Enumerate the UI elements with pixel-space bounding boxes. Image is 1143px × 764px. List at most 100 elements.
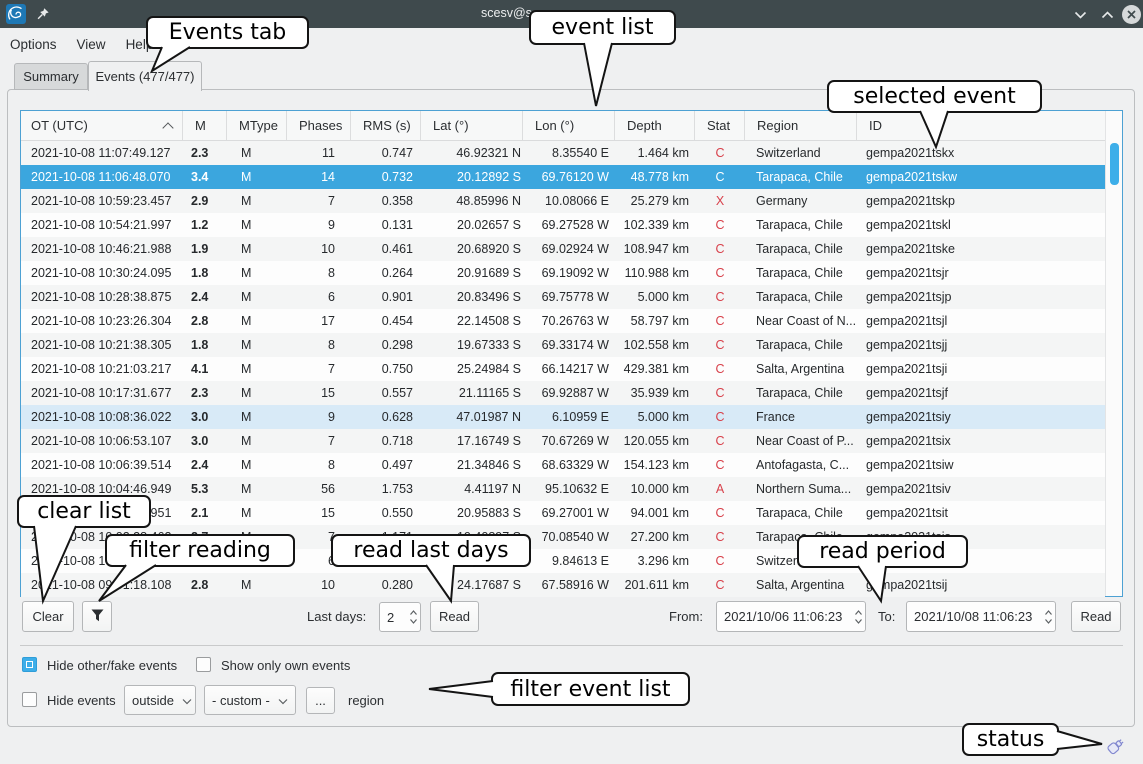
column-header-lat[interactable]: Lat (°) [421,111,523,140]
spinner-arrows-icon[interactable] [407,608,420,626]
event-row[interactable]: 2021-10-08 10:30:24.0951.8M80.26420.9168… [21,261,1105,285]
cell-region: Tarapaca, Chile [745,213,857,237]
cell-lon: 67.58916 W [523,573,615,597]
table-body: 2021-10-08 11:07:49.1272.3M110.74746.923… [21,141,1105,597]
column-header-lon[interactable]: Lon (°) [523,111,615,140]
cell-region: Tarapaca, Chile [745,501,857,525]
cell-stat: C [695,309,745,333]
show-only-own-checkbox[interactable] [196,657,211,672]
tab-summary[interactable]: Summary [14,63,88,90]
inside-outside-select[interactable]: outside [124,685,196,715]
event-row[interactable]: 2021-10-08 10:06:39.5142.4M80.49721.3484… [21,453,1105,477]
cell-m: 3.0 [183,429,227,453]
menu-item-options[interactable]: Options [10,37,57,52]
column-header-id[interactable]: ID [857,111,1105,140]
tab-events[interactable]: Events (477/477) [88,61,202,91]
cell-stat: C [695,237,745,261]
menu-item-view[interactable]: View [77,37,106,52]
event-row[interactable]: 2021-10-08 10:21:38.3051.8M80.29819.6733… [21,333,1105,357]
event-row[interactable]: 2021-10-08 10:03:43.9512.1M150.55020.958… [21,501,1105,525]
event-row[interactable]: 2021-10-08 10:04:46.9495.3M561.7534.4119… [21,477,1105,501]
scrollbar-handle[interactable] [1110,143,1119,185]
cell-lon: 70.67269 W [523,429,615,453]
event-row[interactable]: 2021-10-08 10:59:23.4572.9M70.35848.8599… [21,189,1105,213]
from-datetime-field[interactable]: 2021/10/06 11:06:23 [716,601,866,632]
cell-rms: 0.718 [351,429,421,453]
cell-ot: 2021-10-08 10:17:31.677 [21,381,183,405]
event-row[interactable]: 2021-10-08 10:21:03.2174.1M70.75025.2498… [21,357,1105,381]
cell-lat: 25.24984 S [421,357,523,381]
cell-phases: 9 [287,405,351,429]
cell-stat: C [695,381,745,405]
minimize-button[interactable] [1071,5,1090,24]
to-datetime-field[interactable]: 2021/10/08 11:06:23 [906,601,1056,632]
cell-id: gempa2021tsjl [857,309,1105,333]
cell-m: 3.0 [183,405,227,429]
cell-rms: 0.497 [351,453,421,477]
read-period-button[interactable]: Read [1071,601,1121,632]
hide-other-fake-checkbox[interactable] [22,657,37,672]
column-header-depth[interactable]: Depth [615,111,695,140]
cell-lat: 19.67333 S [421,333,523,357]
column-header-m[interactable]: M [183,111,227,140]
event-row[interactable]: 2021-10-08 11:07:49.1272.3M110.74746.923… [21,141,1105,165]
region-preset-select[interactable]: - custom - [204,685,296,715]
hide-events-checkbox[interactable] [22,692,37,707]
column-header-mtype[interactable]: MType [227,111,287,140]
cell-stat: C [695,357,745,381]
cell-ot: 2021-10-08 10:28:38.875 [21,285,183,309]
spinner-arrows-icon[interactable] [852,608,865,626]
region-more-button[interactable]: ... [306,687,335,714]
from-datetime-value: 2021/10/06 11:06:23 [717,609,852,624]
cell-mtype: M [227,309,287,333]
column-header-rms-s[interactable]: RMS (s) [351,111,421,140]
cell-depth: 58.797 km [615,309,695,333]
chevron-down-icon [182,693,192,708]
close-button[interactable] [1122,5,1141,24]
cell-lat: 24.17687 S [421,573,523,597]
event-row[interactable]: 2021-10-08 10:06:53.1073.0M70.71817.1674… [21,429,1105,453]
cell-mtype: M [227,261,287,285]
column-header-phases[interactable]: Phases [287,111,351,140]
cell-depth: 3.296 km [615,549,695,573]
hide-events-label: Hide events [47,693,116,708]
clear-button[interactable]: Clear [22,601,74,632]
chevron-down-icon [278,693,288,708]
cell-ot: 2021-10-08 10:06:39.514 [21,453,183,477]
read-last-days-button[interactable]: Read [430,601,479,632]
cell-ot: 2021-10-08 10:21:38.305 [21,333,183,357]
column-header-region[interactable]: Region [745,111,857,140]
column-header-ot-utc[interactable]: OT (UTC) [21,111,183,140]
event-row[interactable]: 2021-10-08 10:46:21.9881.9M100.46120.689… [21,237,1105,261]
event-row[interactable]: 2021-10-08 09:51:18.1082.8M100.28024.176… [21,573,1105,597]
filter-reading-button[interactable] [82,601,112,632]
vertical-scrollbar[interactable] [1105,111,1122,596]
cell-lon: 69.02924 W [523,237,615,261]
last-days-spinbox[interactable]: 2 [379,602,421,632]
cell-id: gempa2021tske [857,237,1105,261]
cell-id: gempa2021tsjj [857,333,1105,357]
maximize-button[interactable] [1098,5,1117,24]
cell-region: Tarapaca, Chile [745,165,857,189]
event-row[interactable]: 2021-10-08 10:17:31.6772.3M150.55721.111… [21,381,1105,405]
callout-filter-reading: filter reading [105,534,295,567]
cell-m: 2.3 [183,141,227,165]
event-row[interactable]: 2021-10-08 10:28:38.8752.4M60.90120.8349… [21,285,1105,309]
cell-rms: 0.628 [351,405,421,429]
cell-region: Salta, Argentina [745,573,857,597]
cell-id: gempa2021tskl [857,213,1105,237]
event-row[interactable]: 2021-10-08 10:08:36.0223.0M90.62847.0198… [21,405,1105,429]
event-row[interactable]: 2021-10-08 10:23:26.3042.8M170.45422.145… [21,309,1105,333]
cell-ot: 2021-10-08 11:06:48.070 [21,165,183,189]
table-header-row: OT (UTC)MMTypePhasesRMS (s)Lat (°)Lon (°… [21,111,1105,141]
spinner-arrows-icon[interactable] [1042,608,1055,626]
cell-stat: C [695,549,745,573]
column-header-stat[interactable]: Stat [695,111,745,140]
event-row-selected[interactable]: 2021-10-08 11:06:48.0703.4M140.73220.128… [21,165,1105,189]
cell-id: gempa2021tsit [857,501,1105,525]
pin-icon[interactable] [36,7,50,21]
cell-m: 1.8 [183,261,227,285]
to-label: To: [878,609,895,624]
event-row[interactable]: 2021-10-08 10:54:21.9971.2M90.13120.0265… [21,213,1105,237]
cell-m: 1.9 [183,237,227,261]
